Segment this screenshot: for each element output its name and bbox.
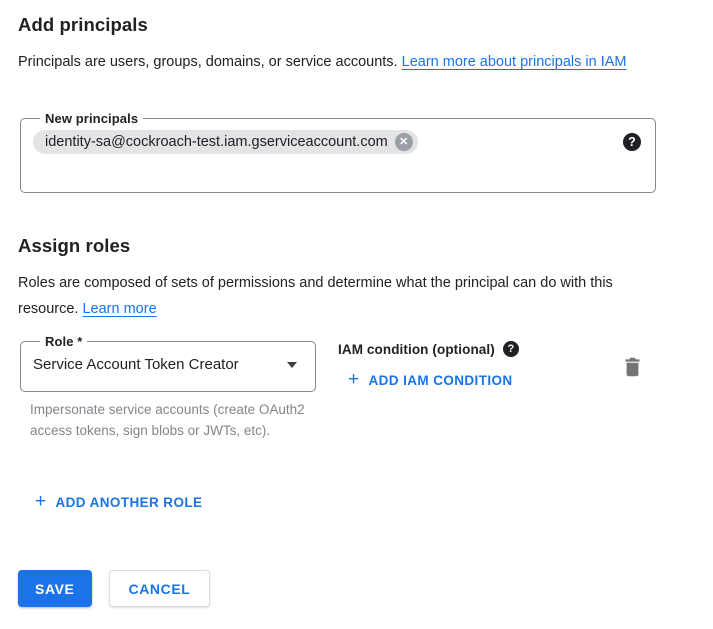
add-principals-title: Add principals — [18, 14, 148, 36]
plus-icon: + — [348, 370, 360, 389]
principals-help-icon[interactable]: ? — [623, 133, 641, 151]
roles-description: Roles are composed of sets of permission… — [18, 271, 668, 322]
add-another-role-button[interactable]: + ADD ANOTHER ROLE — [35, 493, 202, 512]
save-button[interactable]: SAVE — [18, 570, 92, 607]
add-principals-panel: Add principals Principals are users, gro… — [0, 0, 713, 629]
new-principals-field[interactable]: New principals identity-sa@cockroach-tes… — [20, 111, 656, 193]
role-select[interactable]: Role * Service Account Token Creator — [20, 334, 316, 392]
trash-icon — [624, 357, 641, 377]
role-helper-text: Impersonate service accounts (create OAu… — [30, 399, 314, 441]
add-iam-condition-label: ADD IAM CONDITION — [369, 373, 513, 388]
new-principals-label: New principals — [40, 111, 143, 126]
new-principals-value-row: identity-sa@cockroach-test.iam.gservicea… — [33, 130, 641, 154]
role-select-value: Service Account Token Creator — [33, 356, 239, 373]
learn-more-roles-link[interactable]: Learn more — [82, 301, 156, 317]
delete-role-button[interactable] — [620, 355, 644, 379]
principal-chip-text: identity-sa@cockroach-test.iam.gservicea… — [45, 134, 388, 150]
assign-roles-title: Assign roles — [18, 235, 130, 257]
iam-condition-block: IAM condition (optional) ? — [338, 341, 519, 357]
role-select-label: Role * — [40, 334, 87, 349]
add-another-role-label: ADD ANOTHER ROLE — [56, 495, 203, 510]
role-select-value-row: Service Account Token Creator — [33, 356, 301, 373]
add-iam-condition-button[interactable]: + ADD IAM CONDITION — [348, 371, 513, 390]
remove-principal-icon[interactable]: ✕ — [395, 133, 413, 151]
learn-more-principals-link[interactable]: Learn more about principals in IAM — [402, 54, 627, 70]
principals-description: Principals are users, groups, domains, o… — [18, 50, 668, 76]
cancel-button[interactable]: CANCEL — [109, 570, 211, 607]
plus-icon: + — [35, 492, 47, 511]
principals-description-text: Principals are users, groups, domains, o… — [18, 54, 402, 70]
action-buttons: SAVE CANCEL — [18, 570, 210, 607]
iam-condition-help-icon[interactable]: ? — [503, 341, 519, 357]
iam-condition-label: IAM condition (optional) — [338, 342, 495, 357]
chevron-down-icon — [287, 362, 297, 368]
principal-chip: identity-sa@cockroach-test.iam.gservicea… — [33, 130, 418, 154]
